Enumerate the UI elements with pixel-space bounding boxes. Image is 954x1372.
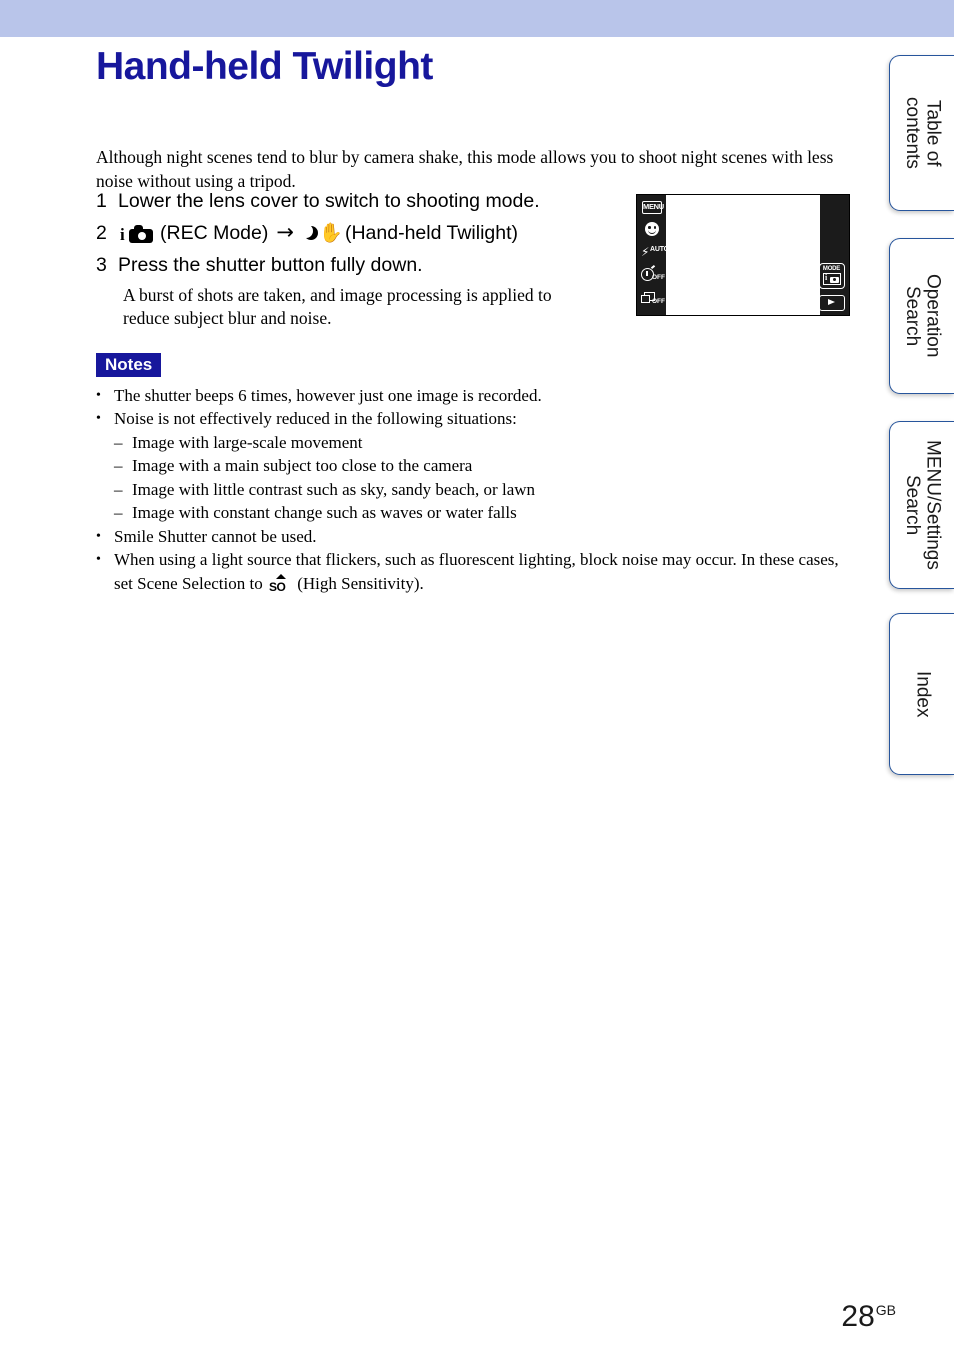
note-sub-item: – Image with little contrast such as sky… (114, 478, 856, 501)
note-text: The shutter beeps 6 times, however just … (114, 386, 542, 405)
notes-list: • The shutter beeps 6 times, however jus… (96, 384, 856, 595)
camera-lcd-illustration: MENU ⚡ AUTO OFF OFF MODE i (636, 194, 850, 316)
note-sub-text: Image with large-scale movement (132, 432, 363, 452)
note-item: • Noise is not effectively reduced in th… (96, 407, 856, 430)
bullet-icon: • (96, 552, 101, 568)
page-title: Hand-held Twilight (96, 45, 433, 88)
arrow-right-icon: → (276, 220, 294, 244)
note-text: Noise is not effectively reduced in the … (114, 409, 517, 429)
tab-menu-settings-search-label: MENU/Settings Search (902, 440, 944, 570)
iso-icon-text: SO (268, 579, 286, 594)
flash-auto-icon[interactable]: ⚡ AUTO (640, 245, 669, 259)
self-timer-off-icon[interactable]: OFF (641, 264, 665, 284)
self-timer-label: OFF (652, 274, 665, 281)
note-item: • The shutter beeps 6 times, however jus… (96, 384, 856, 407)
playback-button[interactable] (819, 295, 845, 311)
dash-icon: – (114, 456, 123, 476)
tab-index-label: Index (912, 670, 934, 718)
note-sub-item: – Image with constant change such as wav… (114, 501, 856, 524)
tab-index[interactable]: Index (889, 613, 954, 775)
step-2-number: 2 (96, 222, 107, 244)
bullet-icon: • (96, 388, 101, 403)
rec-mode-button[interactable]: MODE i (819, 263, 845, 289)
note-sub-text: Image with little contrast such as sky, … (132, 479, 536, 499)
lcd-left-icon-bar: MENU ⚡ AUTO OFF OFF (637, 195, 669, 315)
note-text-after: (High Sensitivity). (292, 573, 424, 593)
note-text-before: When using a light source that flickers,… (114, 550, 839, 593)
bullet-icon: • (96, 411, 101, 427)
dash-icon: – (114, 503, 123, 523)
step-2-text: i (REC Mode) → ✋ (Hand-held Twilight) (118, 222, 641, 245)
note-sub-text: Image with constant change such as waves… (132, 503, 517, 523)
step-3: 3 Press the shutter button fully down. (96, 254, 641, 277)
menu-icon[interactable]: MENU (642, 201, 664, 214)
lcd-right-button-bar: MODE i (819, 195, 849, 315)
note-sub-item: – Image with a main subject too close to… (114, 454, 856, 477)
bullet-icon: • (96, 528, 101, 544)
side-tab-rail: Table of contents Operation Search MENU/… (880, 0, 954, 1372)
burst-off-icon[interactable]: OFF (641, 292, 665, 308)
note-item: • Smile Shutter cannot be used. (96, 525, 856, 548)
tab-operation-search[interactable]: Operation Search (889, 238, 954, 394)
tab-table-of-contents[interactable]: Table of contents (889, 55, 954, 211)
step-3-number: 3 (96, 254, 107, 276)
page-number-value: 28 (841, 1300, 875, 1333)
note-sub-text: Image with a main subject too close to t… (132, 456, 473, 476)
notes-badge: Notes (96, 353, 162, 377)
step-2: 2 i (REC Mode) → ✋ (Hand-held Twilight) (96, 222, 641, 245)
step-3-text: Press the shutter button fully down. (118, 254, 423, 276)
steps-list: 1 Lower the lens cover to switch to shoo… (96, 190, 641, 330)
hand-held-twilight-icon: ✋ (298, 223, 343, 244)
smile-shutter-icon[interactable] (645, 222, 659, 236)
rec-mode-icon: i (120, 224, 154, 244)
note-item-with-icon: • When using a light source that flicker… (96, 548, 856, 595)
flash-auto-label: AUTO (650, 246, 669, 253)
note-text: When using a light source that flickers,… (114, 548, 856, 595)
page-number-suffix: GB (875, 1302, 896, 1318)
step-1-number: 1 (96, 190, 107, 212)
note-text: Smile Shutter cannot be used. (114, 526, 317, 546)
step-1-text: Lower the lens cover to switch to shooti… (118, 190, 540, 212)
high-sensitivity-iso-icon: SO (268, 573, 291, 594)
step-1: 1 Lower the lens cover to switch to shoo… (96, 190, 641, 213)
burst-label: OFF (652, 298, 665, 305)
note-sub-list: – Image with large-scale movement – Imag… (114, 431, 856, 525)
intro-paragraph: Although night scenes tend to blur by ca… (96, 146, 834, 191)
step-2-rec-label: (REC Mode) (160, 222, 269, 244)
dash-icon: – (114, 479, 123, 499)
play-triangle-icon (828, 299, 835, 305)
page-number: 28GB (841, 1302, 896, 1332)
step-2-twilight-label: (Hand-held Twilight) (344, 222, 519, 244)
note-sub-item: – Image with large-scale movement (114, 431, 856, 454)
step-3-detail: A burst of shots are taken, and image pr… (123, 285, 552, 329)
tab-operation-search-label: Operation Search (902, 274, 944, 358)
dash-icon: – (114, 432, 123, 452)
rec-mode-button-label: MODE (822, 265, 841, 272)
tab-menu-settings-search[interactable]: MENU/Settings Search (889, 421, 954, 589)
top-decorative-band (0, 0, 954, 37)
tab-table-of-contents-label: Table of contents (902, 97, 944, 169)
